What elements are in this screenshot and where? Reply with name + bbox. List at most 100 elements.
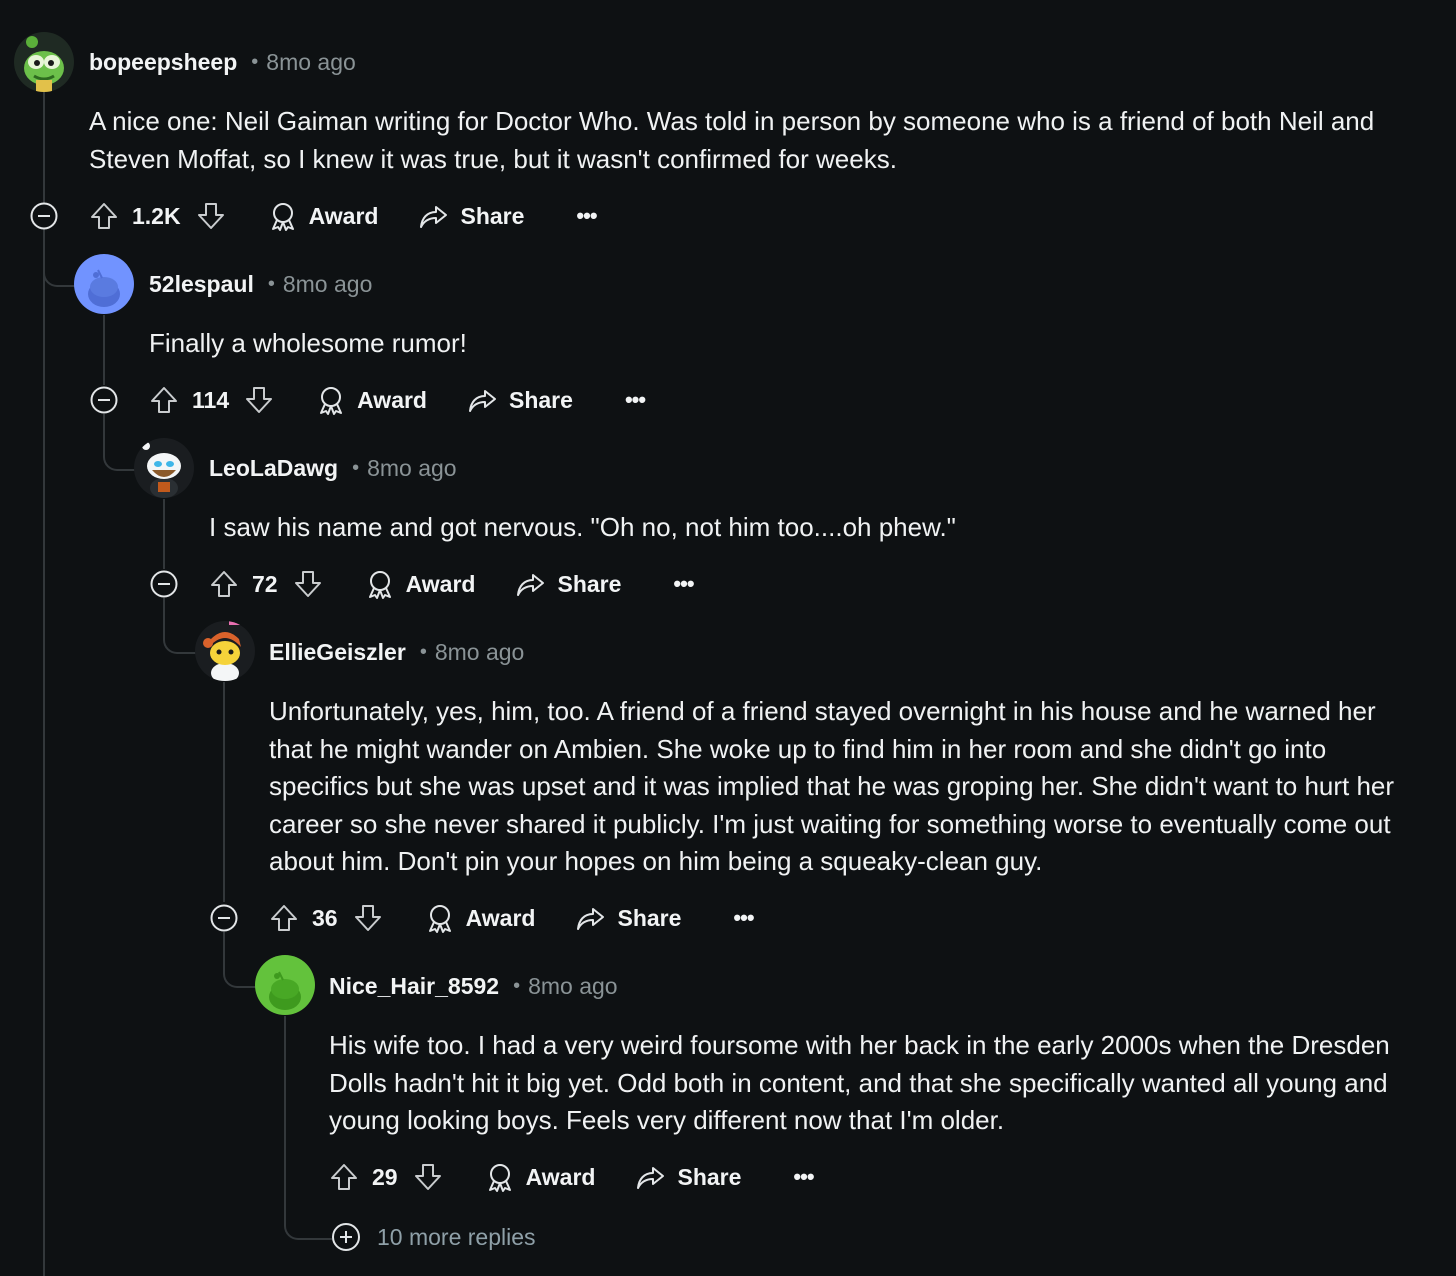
collapse-button[interactable]: [150, 570, 178, 598]
thread-line-level-2[interactable]: [163, 499, 165, 569]
downvote-arrow-icon: [414, 1164, 441, 1190]
award-label: Award: [465, 904, 536, 931]
downvote-button[interactable]: [195, 200, 227, 232]
more-options-button[interactable]: •••: [625, 387, 646, 413]
comment-header: Nice_Hair_8592 • 8mo ago: [329, 966, 618, 1006]
thread-elbow: [163, 598, 197, 654]
award-label: Award: [405, 570, 476, 597]
downvote-arrow-icon: [246, 387, 273, 413]
more-options-button[interactable]: •••: [733, 905, 754, 931]
username[interactable]: EllieGeiszler: [269, 639, 406, 666]
award-button[interactable]: Award: [364, 568, 476, 600]
more-options-button[interactable]: •••: [673, 571, 694, 597]
thread-line-level-1[interactable]: [103, 315, 105, 385]
plus-circle-icon: [332, 1223, 360, 1251]
downvote-arrow-icon: [354, 905, 381, 931]
comment-body: Finally a wholesome rumor!: [149, 328, 467, 358]
award-label: Award: [357, 386, 427, 413]
share-button[interactable]: Share: [515, 568, 621, 600]
share-arrow-icon: [469, 390, 496, 412]
share-label: Share: [509, 386, 573, 413]
award-button[interactable]: Award: [484, 1161, 595, 1193]
vote-count: 36: [312, 904, 338, 931]
collapse-button[interactable]: [210, 904, 238, 932]
default-snoo-avatar-green-icon: [255, 955, 315, 1015]
comment-actions: 72 Award Share •••: [208, 562, 695, 606]
upvote-button[interactable]: [328, 1161, 360, 1193]
award-button[interactable]: Award: [315, 384, 427, 416]
share-arrow-icon: [637, 1167, 665, 1189]
comment-body: A nice one: Neil Gaiman writing for Doct…: [89, 106, 1375, 174]
timestamp[interactable]: 8mo ago: [283, 271, 373, 298]
username[interactable]: LeoLaDawg: [209, 455, 338, 482]
separator-dot: •: [251, 50, 259, 73]
minus-circle-icon: [150, 570, 178, 598]
collapse-button[interactable]: [30, 202, 58, 230]
snoo-avatar-bearded-icon: [134, 438, 194, 498]
award-button[interactable]: Award: [424, 902, 536, 934]
avatar[interactable]: [74, 254, 134, 314]
upvote-button[interactable]: [148, 384, 180, 416]
more-replies-link[interactable]: 10 more replies: [331, 1222, 536, 1252]
thread-line-level-4[interactable]: [284, 1016, 286, 1196]
share-button[interactable]: Share: [467, 384, 573, 416]
thread-elbow: [43, 230, 77, 287]
share-label: Share: [677, 1163, 742, 1190]
downvote-button[interactable]: [243, 384, 275, 416]
timestamp[interactable]: 8mo ago: [528, 973, 618, 1000]
downvote-arrow-icon: [294, 571, 321, 597]
username[interactable]: bopeepsheep: [89, 49, 237, 76]
award-button[interactable]: Award: [267, 200, 379, 232]
downvote-arrow-icon: [197, 203, 224, 229]
avatar[interactable]: [195, 621, 255, 681]
upvote-button[interactable]: [268, 902, 300, 934]
collapse-button[interactable]: [90, 386, 118, 414]
vote-count: 72: [252, 570, 278, 597]
separator-dot: •: [267, 272, 275, 295]
upvote-arrow-icon: [211, 571, 237, 597]
timestamp[interactable]: 8mo ago: [367, 455, 457, 482]
thread-elbow: [103, 414, 137, 471]
minus-circle-icon: [210, 904, 238, 932]
timestamp[interactable]: 8mo ago: [266, 49, 356, 76]
award-ribbon-icon: [488, 1164, 511, 1192]
comment-header: 52lespaul • 8mo ago: [149, 264, 372, 304]
vote-count: 1.2K: [132, 202, 181, 229]
avatar[interactable]: [255, 955, 315, 1015]
share-button[interactable]: Share: [635, 1161, 741, 1193]
thread-line-level-3[interactable]: [223, 682, 225, 902]
share-button[interactable]: Share: [575, 902, 681, 934]
downvote-button[interactable]: [352, 902, 384, 934]
award-label: Award: [308, 202, 379, 229]
award-ribbon-icon: [320, 387, 343, 415]
username[interactable]: Nice_Hair_8592: [329, 973, 499, 1000]
minus-circle-icon: [90, 386, 118, 414]
minus-circle-icon: [30, 202, 58, 230]
downvote-button[interactable]: [292, 568, 324, 600]
thread-elbow: [284, 1196, 332, 1240]
more-replies-label: 10 more replies: [377, 1223, 536, 1250]
downvote-button[interactable]: [412, 1161, 444, 1193]
upvote-button[interactable]: [208, 568, 240, 600]
share-label: Share: [557, 570, 622, 597]
share-arrow-icon: [517, 574, 545, 596]
green-creature-avatar-icon: [14, 32, 74, 92]
share-button[interactable]: Share: [418, 200, 524, 232]
timestamp[interactable]: 8mo ago: [435, 639, 525, 666]
upvote-button[interactable]: [88, 200, 120, 232]
separator-dot: •: [513, 974, 521, 997]
more-options-button[interactable]: •••: [576, 203, 597, 229]
share-label: Share: [617, 904, 682, 931]
separator-dot: •: [419, 640, 427, 663]
separator-dot: •: [352, 456, 360, 479]
avatar[interactable]: [14, 32, 74, 92]
snoo-avatar-orange-hair-icon: [195, 621, 255, 681]
more-options-button[interactable]: •••: [793, 1164, 814, 1190]
share-arrow-icon: [577, 908, 605, 930]
share-label: Share: [460, 202, 525, 229]
thread-elbow: [223, 932, 257, 988]
default-snoo-avatar-blue-icon: [74, 254, 134, 314]
avatar[interactable]: [134, 438, 194, 498]
username[interactable]: 52lespaul: [149, 271, 254, 298]
share-arrow-icon: [420, 206, 448, 228]
